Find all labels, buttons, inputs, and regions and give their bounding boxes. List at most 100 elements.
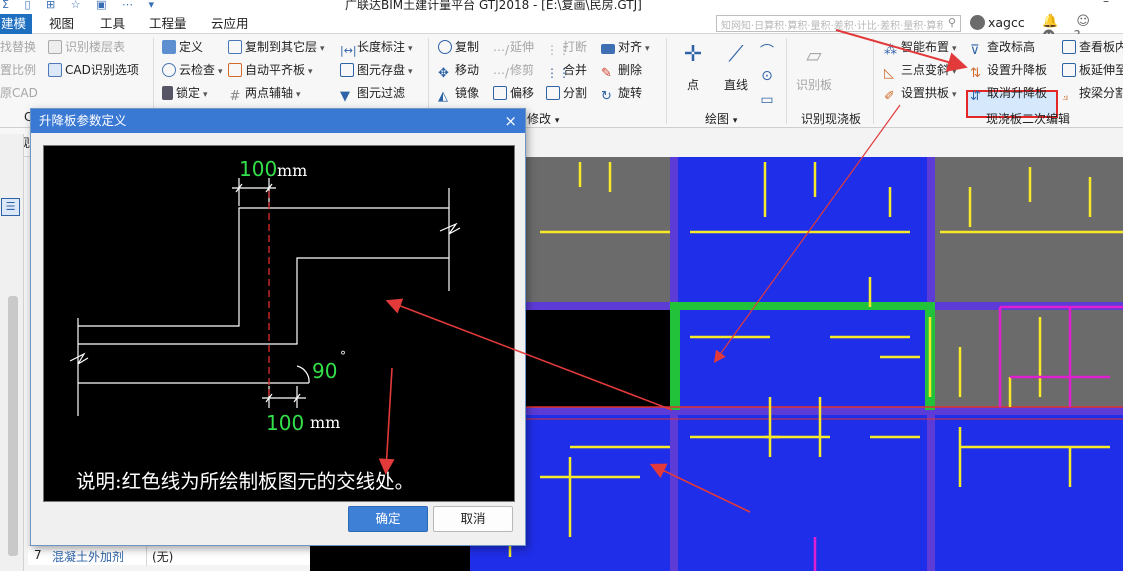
quick-access-toolbar[interactable]: Σ ▯ ⊞ ☆ ▣ ⋯ ▾ xyxy=(2,0,160,11)
element-save-button[interactable]: 图元存盘 ▾ xyxy=(340,60,413,80)
extend-button[interactable]: ⋯/延伸 xyxy=(493,37,534,57)
auto-align-slab-button[interactable]: 自动平齐板 ▾ xyxy=(228,60,313,80)
property-row-index: 7 xyxy=(34,548,42,562)
merge-button[interactable]: ⋮⋮合并 xyxy=(546,60,587,80)
panel-scrollbar[interactable] xyxy=(8,296,18,556)
merge-icon: ⋮⋮ xyxy=(546,66,570,80)
line-tool-button[interactable]: ⟋ 直线 xyxy=(716,42,756,93)
original-cad-button[interactable]: 原CAD xyxy=(0,83,38,103)
three-point-slope-button[interactable]: ◺ 三点变斜 ▾ xyxy=(884,60,957,81)
set-raised-lowered-slab-button[interactable]: ⇅ 设置升降板 xyxy=(970,60,1047,81)
break-button[interactable]: ⋮⋮打断 xyxy=(546,37,587,57)
property-row[interactable]: 7 混凝土外加剂 (无) xyxy=(28,545,310,566)
bottom-dim-value[interactable]: 100 xyxy=(266,411,304,435)
tab-modeling[interactable]: 建模 xyxy=(0,14,33,34)
parameter-diagram: 100 mm 100 mm 90 ° 说明:红色线为所绘制板图元的交线处。 xyxy=(43,145,515,502)
raise-lower-icon: ⇅ xyxy=(970,66,981,81)
group-label-recognize: 识别现浇板 xyxy=(801,112,862,126)
elevation-icon: ⊽ xyxy=(970,43,980,58)
view-slab-inner-button[interactable]: 查看板内 xyxy=(1062,37,1123,57)
split-button[interactable]: 分割 xyxy=(546,83,587,103)
angle-unit: ° xyxy=(340,349,346,363)
bottom-dim-unit: mm xyxy=(310,413,340,432)
top-dim-value[interactable]: 100 xyxy=(239,157,277,181)
user-account[interactable]: xagcc xyxy=(970,15,1025,33)
recognize-slab-button[interactable]: ▱ 识别板 xyxy=(792,42,836,93)
offset-icon xyxy=(493,86,507,100)
slab-raise-lower-dialog: 升降板参数定义 × 100 mm 100 mm 90 ° 说明:红色线为所绘制板… xyxy=(30,108,526,546)
point-tool-button[interactable]: ✛ 点 xyxy=(676,42,710,93)
recognize-floor-table-button[interactable]: 识别楼层表 xyxy=(48,37,125,57)
ok-button[interactable]: 确定 xyxy=(348,506,428,532)
extend-slab-button[interactable]: 板延伸至 xyxy=(1062,60,1123,80)
cancel-raised-lowered-slab-button[interactable]: ⇵ 取消升降板 xyxy=(970,83,1047,104)
split-by-beam-button[interactable]: ⟓ 按梁分割 xyxy=(1062,83,1123,104)
draw-shape-icons[interactable]: ⌒ ⊙ ▭ xyxy=(756,40,778,112)
rotate-button[interactable]: ↻ 旋转 xyxy=(601,83,642,104)
trim-button[interactable]: ⋯/修剪 xyxy=(493,60,534,80)
lock-icon xyxy=(162,86,173,100)
user-name: xagcc xyxy=(988,15,1025,30)
properties-icon[interactable]: ☰ xyxy=(1,198,20,216)
two-point-axis-button[interactable]: # 两点辅轴 ▾ xyxy=(228,83,301,104)
extend-icon: ⋯/ xyxy=(493,43,510,57)
eraser-icon: ✎ xyxy=(601,66,612,81)
tab-quantities[interactable]: 工程量 xyxy=(143,14,193,34)
property-row-value[interactable]: (无) xyxy=(152,548,173,565)
search-input[interactable]: 知网知·日算积·算积·量积·差积·计比·差积·量积·算积·量积 ⚲ xyxy=(716,15,961,32)
hash-icon: # xyxy=(229,89,241,104)
tab-tools[interactable]: 工具 xyxy=(94,14,131,34)
find-replace-button[interactable]: 找替换 xyxy=(0,37,36,57)
tab-view[interactable]: 视图 xyxy=(43,14,80,34)
cancel-button[interactable]: 取消 xyxy=(433,506,513,532)
close-icon[interactable]: × xyxy=(504,109,517,133)
diagram-note: 说明:红色线为所绘制板图元的交线处。 xyxy=(76,470,414,493)
element-save-icon xyxy=(340,63,354,77)
delete-button[interactable]: ✎ 删除 xyxy=(601,60,642,81)
title-bar: Σ ▯ ⊞ ☆ ▣ ⋯ ▾ 广联达BIM土建计量平台 GTJ2018 - [E:… xyxy=(0,0,1123,14)
mirror-button[interactable]: ◭ 镜像 xyxy=(438,83,479,104)
smart-layout-button[interactable]: ⁂ 智能布置 ▾ xyxy=(884,37,957,58)
set-arch-slab-button[interactable]: ✐ 设置拱板 ▾ xyxy=(884,83,957,104)
cad-options-button[interactable]: CAD识别选项 xyxy=(48,60,139,80)
lock-button[interactable]: 锁定 ▾ xyxy=(162,83,208,103)
dialog-title-text: 升降板参数定义 xyxy=(39,113,127,128)
trim-icon: ⋯/ xyxy=(493,66,510,80)
divider xyxy=(873,38,874,124)
top-dim-unit: mm xyxy=(277,161,307,180)
split-icon xyxy=(546,86,560,100)
cloud-check-button[interactable]: 云检查 ▾ xyxy=(162,60,223,80)
rotate-icon: ↻ xyxy=(601,89,612,104)
minimize-button[interactable]: – xyxy=(1103,0,1109,8)
slope-icon: ◺ xyxy=(884,66,894,81)
floor-table-icon xyxy=(48,40,62,54)
property-row-name: 混凝土外加剂 xyxy=(52,550,125,564)
arch-icon: ✐ xyxy=(884,89,895,104)
copy-button[interactable]: 复制 xyxy=(438,37,479,57)
length-dimension-button[interactable]: |↔|长度标注 ▾ xyxy=(340,37,413,57)
search-icon[interactable]: ⚲ xyxy=(948,16,956,29)
element-filter-button[interactable]: ▼ 图元过滤 xyxy=(340,83,405,104)
move-button[interactable]: ✥ 移动 xyxy=(438,60,479,81)
recognize-slab-icon: ▱ xyxy=(806,43,822,67)
menu-bar: 建模 视图 工具 工程量 云应用 知网知·日算积·算积·量积·差积·计比·差积·… xyxy=(0,14,1123,44)
copy-to-other-floor-button[interactable]: 复制到其它层 ▾ xyxy=(228,37,325,57)
set-scale-button[interactable]: 置比例 xyxy=(0,60,36,80)
view-inner-icon xyxy=(1062,40,1076,54)
define-icon xyxy=(162,40,176,54)
search-placeholder: 知网知·日算积·算积·量积·差积·计比·差积·量积·算积·量积 xyxy=(721,21,943,32)
check-elevation-button[interactable]: ⊽ 查改标高 xyxy=(970,37,1035,58)
offset-button[interactable]: 偏移 xyxy=(493,83,534,103)
divider xyxy=(666,38,667,124)
define-button[interactable]: 定义 xyxy=(162,37,203,57)
align-button[interactable]: 对齐 ▾ xyxy=(601,37,650,57)
break-icon: ⋮⋮ xyxy=(546,43,570,57)
cloud-check-icon xyxy=(162,63,176,77)
window-title: 广联达BIM土建计量平台 GTJ2018 - [E:\复画\民房.GTJ] xyxy=(345,0,642,12)
move-icon: ✥ xyxy=(438,66,449,81)
tab-cloud[interactable]: 云应用 xyxy=(205,14,255,34)
extend-slab-icon xyxy=(1062,63,1076,77)
angle-value[interactable]: 90 xyxy=(312,359,337,383)
smart-layout-icon: ⁂ xyxy=(884,43,897,58)
line-icon: ⟋ xyxy=(728,42,744,67)
